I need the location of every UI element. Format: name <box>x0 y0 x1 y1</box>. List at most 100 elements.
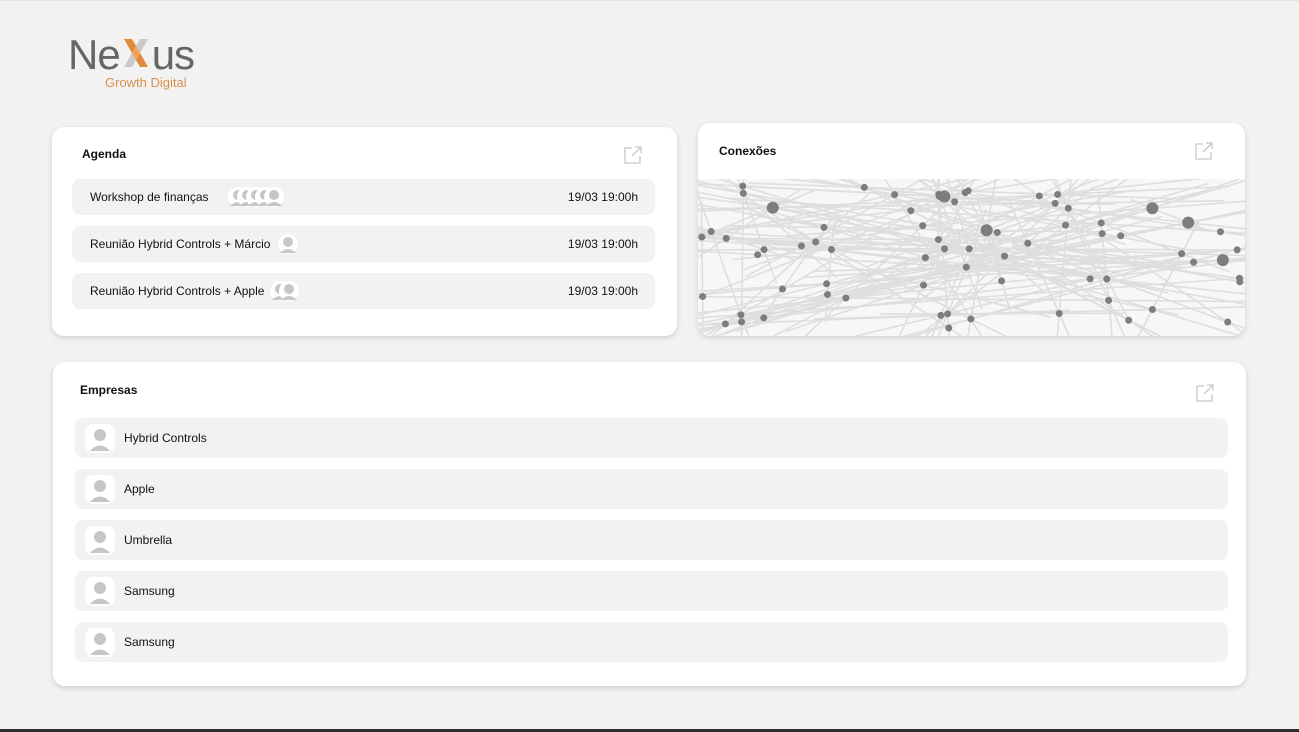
network-node <box>698 233 706 241</box>
network-node <box>1051 199 1059 207</box>
network-graph-image[interactable] <box>698 123 1245 336</box>
user-avatar-icon <box>85 475 115 504</box>
network-node <box>739 182 747 190</box>
network-node <box>980 224 993 237</box>
network-node <box>1216 228 1224 236</box>
network-node <box>860 183 868 191</box>
company-row[interactable]: Hybrid Controls <box>75 418 1228 458</box>
agenda-event-name: Reunião Hybrid Controls + Apple <box>90 284 265 298</box>
network-node <box>951 198 959 206</box>
company-name: Samsung <box>124 635 175 649</box>
network-node <box>797 242 805 250</box>
network-node <box>1216 254 1229 267</box>
network-node <box>766 201 779 214</box>
agenda-event-datetime: 19/03 19:00h <box>567 237 638 251</box>
participant-avatar-icon <box>278 234 298 254</box>
top-divider <box>0 0 1299 1</box>
network-node <box>891 191 899 199</box>
user-avatar-icon <box>85 526 115 555</box>
network-node <box>941 245 949 253</box>
agenda-event-name: Reunião Hybrid Controls + Márcio <box>90 237 271 251</box>
network-node <box>707 228 715 236</box>
participants-avatars <box>270 281 302 301</box>
network-node <box>722 234 730 242</box>
company-name: Samsung <box>124 584 175 598</box>
connections-card: Conexões <box>698 123 1245 336</box>
network-node <box>1125 316 1133 324</box>
network-node <box>739 189 747 197</box>
network-node <box>907 207 915 215</box>
network-node <box>935 190 943 198</box>
external-link-icon[interactable] <box>1195 383 1215 403</box>
network-node <box>998 277 1006 285</box>
company-row[interactable]: Apple <box>75 469 1228 509</box>
network-node <box>1105 296 1113 304</box>
nexus-logo: Ne us Growth Digital <box>68 34 208 94</box>
participant-avatar-icon <box>279 281 299 301</box>
network-node <box>934 236 942 244</box>
agenda-event-datetime: 19/03 19:00h <box>567 190 638 204</box>
network-node <box>1097 219 1105 227</box>
network-node <box>993 229 1001 237</box>
network-edge <box>1137 219 1200 336</box>
agenda-event-datetime: 19/03 19:00h <box>567 284 638 298</box>
network-node <box>1182 216 1195 229</box>
network-node <box>1024 239 1032 247</box>
external-link-icon[interactable] <box>1194 141 1214 161</box>
network-node <box>945 324 953 332</box>
network-node <box>1148 305 1156 313</box>
network-edge <box>880 312 1127 315</box>
network-node <box>1178 250 1186 258</box>
network-node <box>1064 204 1072 212</box>
network-node <box>760 246 768 254</box>
network-node <box>812 238 820 246</box>
user-avatar-icon <box>85 628 115 657</box>
network-node <box>754 251 762 259</box>
network-node <box>699 292 707 300</box>
company-name: Hybrid Controls <box>124 431 207 445</box>
network-node <box>921 254 929 262</box>
logo-text-left: Ne <box>68 31 121 78</box>
company-name: Apple <box>124 482 155 496</box>
network-node <box>919 222 927 230</box>
logo-wordmark: Ne us <box>68 34 208 76</box>
logo-text-right: us <box>151 31 195 78</box>
logo-tagline: Growth Digital <box>105 75 187 90</box>
network-node <box>965 245 973 253</box>
external-link-icon[interactable] <box>623 145 643 165</box>
network-graph <box>698 123 1245 336</box>
network-node <box>1233 246 1241 254</box>
network-node <box>778 285 786 293</box>
network-node <box>842 294 850 302</box>
logo-x-mark-icon <box>121 34 151 67</box>
network-node <box>920 281 928 289</box>
network-node <box>1086 275 1094 283</box>
network-node <box>962 263 970 271</box>
network-node <box>1103 275 1111 283</box>
network-node <box>961 189 969 197</box>
network-node <box>967 315 975 323</box>
network-node <box>1224 318 1232 326</box>
network-node <box>823 290 831 298</box>
agenda-event-row[interactable]: Reunião Hybrid Controls + Apple 19/03 19… <box>72 273 655 309</box>
company-name: Umbrella <box>124 533 173 547</box>
connections-title: Conexões <box>719 144 777 158</box>
companies-title: Empresas <box>80 383 138 397</box>
companies-card: Empresas Hybrid Controls Apple Umbrella … <box>53 362 1246 686</box>
company-row[interactable]: Samsung <box>75 622 1228 662</box>
network-node <box>738 318 746 326</box>
network-node <box>760 314 768 322</box>
participant-avatar-icon <box>264 187 284 207</box>
agenda-event-row[interactable]: Reunião Hybrid Controls + Márcio 19/03 1… <box>72 226 655 262</box>
network-node <box>1146 202 1159 215</box>
network-node <box>1190 258 1198 266</box>
company-row[interactable]: Umbrella <box>75 520 1228 560</box>
agenda-title: Agenda <box>82 147 127 161</box>
participants-avatars <box>228 187 288 207</box>
network-node <box>1062 221 1070 229</box>
agenda-event-row[interactable]: Workshop de finanças 19/03 19:00h <box>72 179 655 215</box>
network-node <box>721 320 729 328</box>
company-row[interactable]: Samsung <box>75 571 1228 611</box>
participants-avatars <box>278 234 300 254</box>
network-node <box>1117 232 1125 240</box>
